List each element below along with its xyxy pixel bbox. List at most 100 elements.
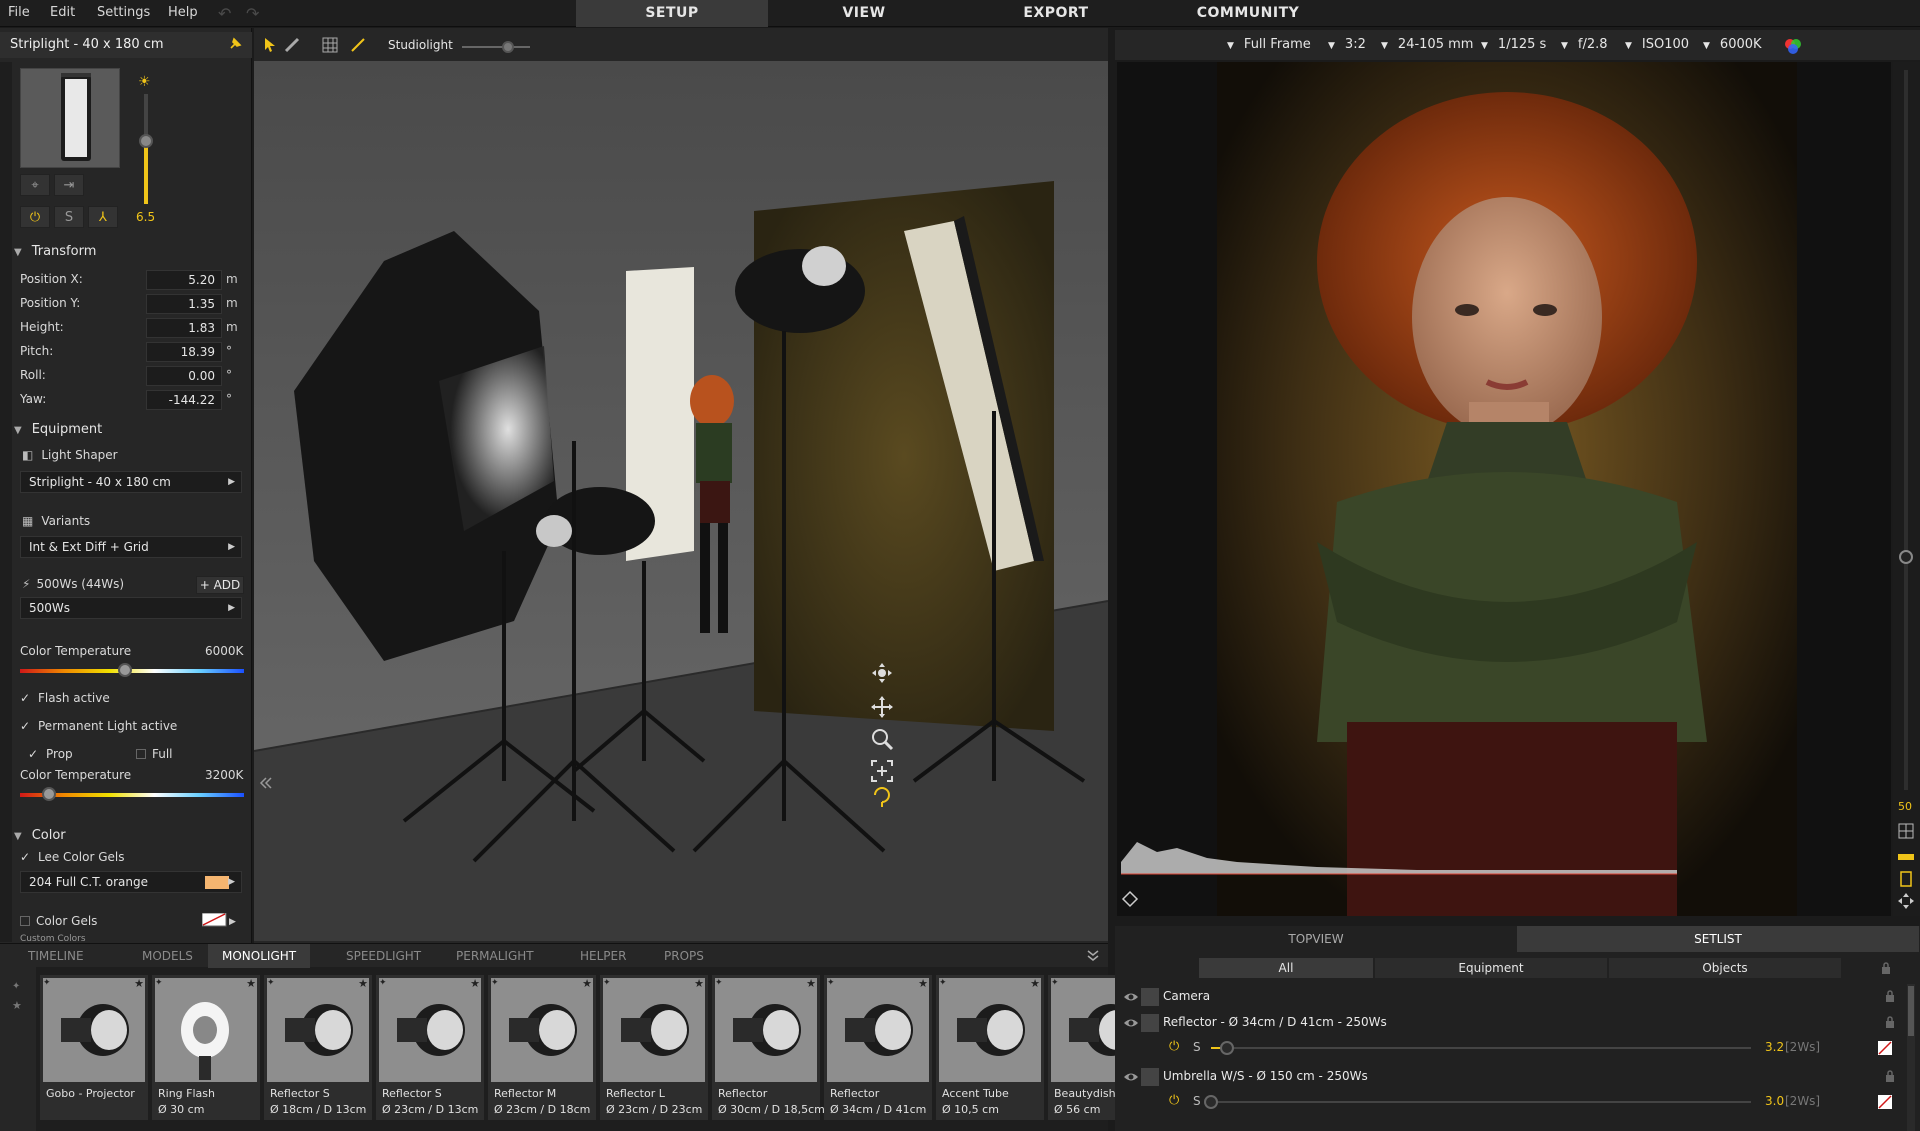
setlist-row[interactable]: Umbrella W/S - Ø 150 cm - 250Ws <box>1115 1064 1905 1090</box>
panel-scroll-rail[interactable] <box>0 62 12 942</box>
transform-value-input[interactable]: 1.35 <box>146 294 222 314</box>
collapse-library-icon[interactable] <box>1086 948 1100 962</box>
library-tab-models[interactable]: MODELS <box>128 944 207 968</box>
full-checkbox[interactable]: Full <box>136 747 173 761</box>
menu-edit[interactable]: Edit <box>50 5 75 20</box>
no-gel-icon[interactable] <box>1877 1040 1893 1056</box>
transform-value-input[interactable]: 5.20 <box>146 270 222 290</box>
star-icon[interactable]: ★ <box>1030 977 1040 990</box>
star-icon[interactable]: ★ <box>470 977 480 990</box>
library-item[interactable]: ✦ ★ Reflector M Ø 23cm / D 18cm <box>488 975 596 1120</box>
3d-scene[interactable] <box>254 61 1108 941</box>
menu-settings[interactable]: Settings <box>97 5 150 20</box>
tab-setlist[interactable]: SETLIST <box>1517 926 1919 952</box>
library-tab-monolight[interactable]: MONOLIGHT <box>208 944 311 968</box>
collapse-panel-icon[interactable] <box>258 775 274 791</box>
move-camera-icon[interactable] <box>1897 892 1915 910</box>
slave-label[interactable]: S <box>1193 1094 1201 1108</box>
pin-icon[interactable]: ✦ <box>939 978 947 988</box>
grid-icon[interactable] <box>322 37 338 53</box>
star-icon[interactable]: ★ <box>918 977 928 990</box>
aperture-dropdown[interactable]: ▼ f/2.8 <box>1561 37 1608 52</box>
tab-topview[interactable]: TOPVIEW <box>1115 926 1517 952</box>
power-slider-knob[interactable] <box>1204 1095 1218 1109</box>
tab-export[interactable]: EXPORT <box>960 0 1152 27</box>
flash-active-checkbox[interactable]: ✓ Flash active <box>20 691 110 705</box>
eye-icon[interactable] <box>1123 990 1139 1004</box>
star-icon[interactable]: ★ <box>246 977 256 990</box>
filter-all[interactable]: All <box>1199 958 1373 978</box>
permanent-active-checkbox[interactable]: ✓ Permanent Light active <box>20 719 177 733</box>
intensity-slider[interactable] <box>139 94 153 204</box>
star-icon[interactable]: ★ <box>358 977 368 990</box>
shutter-dropdown[interactable]: ▼ 1/125 s <box>1481 37 1546 52</box>
lock-icon[interactable] <box>1885 990 1895 1002</box>
measure-icon[interactable] <box>284 37 300 53</box>
color-temp2-knob[interactable] <box>42 787 57 801</box>
pan-icon[interactable] <box>870 695 894 719</box>
menu-file[interactable]: File <box>8 5 30 20</box>
equipment-section-toggle[interactable]: ▼ Equipment <box>14 422 102 437</box>
library-item[interactable]: ✦ ★ Reflector S Ø 23cm / D 13cm <box>376 975 484 1120</box>
prop-checkbox[interactable]: ✓ Prop <box>28 747 73 761</box>
target-button[interactable]: ⌖ <box>20 174 50 196</box>
ruler-icon[interactable] <box>1897 848 1915 866</box>
power-slider-knob[interactable] <box>1220 1041 1234 1055</box>
menu-help[interactable]: Help <box>168 5 198 20</box>
color-temp-slider[interactable] <box>20 663 244 677</box>
lee-gel-dropdown[interactable]: 204 Full C.T. orange ▶ <box>20 871 242 893</box>
pin-icon[interactable]: ✦ <box>155 978 163 988</box>
frame-overlay-icon[interactable] <box>1897 870 1915 888</box>
eye-icon[interactable] <box>1123 1016 1139 1030</box>
lee-gels-checkbox[interactable]: ✓ Lee Color Gels <box>20 850 124 864</box>
filter-objects[interactable]: Objects <box>1609 958 1841 978</box>
transform-value-input[interactable]: -144.22 <box>146 390 222 410</box>
library-item[interactable]: ✦ ★ Reflector L Ø 23cm / D 23cm <box>600 975 708 1120</box>
pin-icon[interactable]: ✦ <box>12 981 20 992</box>
pin-icon[interactable]: ✦ <box>43 978 51 988</box>
library-tab-props[interactable]: PROPS <box>650 944 718 968</box>
pin-icon[interactable]: ✦ <box>603 978 611 988</box>
ambient-slider[interactable] <box>462 41 530 53</box>
transform-section-toggle[interactable]: ▼ Transform <box>14 244 96 259</box>
lock-icon[interactable] <box>1881 962 1891 974</box>
tab-setup[interactable]: SETUP <box>576 0 768 27</box>
power-icon[interactable]: ⏻ <box>1169 1093 1179 1108</box>
zoom-icon[interactable] <box>870 727 894 751</box>
library-tab-speedlight[interactable]: SPEEDLIGHT <box>332 944 435 968</box>
color-section-toggle[interactable]: ▼ Color <box>14 828 66 843</box>
intensity-knob[interactable] <box>139 134 153 148</box>
tab-community[interactable]: COMMUNITY <box>1152 0 1344 27</box>
light-shaper-dropdown[interactable]: Striplight - 40 x 180 cm ▶ <box>20 471 242 493</box>
color-gels-checkbox[interactable]: Color Gels <box>20 914 97 928</box>
iso-dropdown[interactable]: ▼ ISO100 <box>1625 37 1689 52</box>
library-item[interactable]: ✦ ★ Accent Tube Ø 10,5 cm <box>936 975 1044 1120</box>
setlist-row[interactable]: Reflector - Ø 34cm / D 41cm - 250Ws <box>1115 1010 1905 1036</box>
library-item[interactable]: ✦ ★ Ring Flash Ø 30 cm <box>152 975 260 1120</box>
sensor-dropdown[interactable]: ▼ Full Frame <box>1227 37 1311 52</box>
power-icon[interactable]: ⏻ <box>1169 1039 1179 1054</box>
pin-icon[interactable]: ✦ <box>379 978 387 988</box>
power-slider[interactable] <box>1204 1095 1751 1109</box>
setlist-scrollbar[interactable] <box>1907 984 1915 1131</box>
slave-label[interactable]: S <box>1193 1040 1201 1054</box>
pin-icon[interactable]: ✦ <box>827 978 835 988</box>
ambient-slider-knob[interactable] <box>502 41 514 53</box>
grid-overlay-icon[interactable] <box>1897 822 1915 840</box>
star-icon[interactable]: ★ <box>694 977 704 990</box>
color-wheel-icon[interactable] <box>1784 37 1802 55</box>
library-item[interactable]: ✦ ★ Reflector S Ø 18cm / D 13cm <box>264 975 372 1120</box>
power-dropdown[interactable]: 500Ws ▶ <box>20 597 242 619</box>
lock-icon[interactable] <box>1885 1070 1895 1082</box>
library-item[interactable]: ✦ ★ Reflector Ø 34cm / D 41cm <box>824 975 932 1120</box>
star-icon[interactable]: ★ <box>806 977 816 990</box>
undo-icon[interactable]: ↶ <box>218 4 231 23</box>
redo-icon[interactable]: ↷ <box>246 4 259 23</box>
setlist-row[interactable]: Camera <box>1115 984 1905 1010</box>
frame-icon[interactable] <box>870 759 894 783</box>
variants-dropdown[interactable]: Int & Ext Diff + Grid ▶ <box>20 536 242 558</box>
add-power-button[interactable]: + ADD <box>196 576 244 594</box>
library-item[interactable]: ✦ ★ Reflector Ø 30cm / D 18,5cm <box>712 975 825 1120</box>
tab-view[interactable]: VIEW <box>768 0 960 27</box>
orbit-icon[interactable] <box>870 661 894 685</box>
